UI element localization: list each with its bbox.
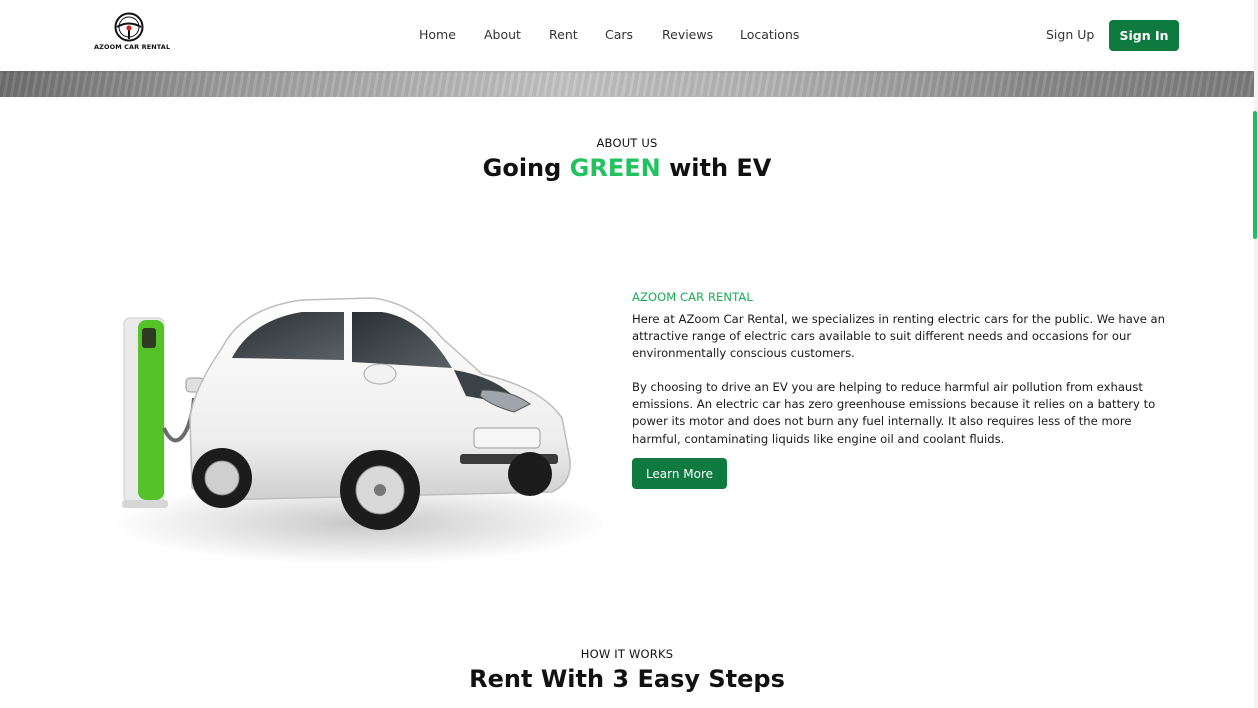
brand-label: AZOOM CAR RENTAL <box>632 290 753 304</box>
nav-rent[interactable]: Rent <box>549 27 578 42</box>
learn-more-button[interactable]: Learn More <box>632 458 727 489</box>
about-paragraph-2: By choosing to drive an EV you are helpi… <box>632 380 1156 446</box>
hero-image-strip <box>0 71 1254 97</box>
about-title: Going GREEN with EV <box>0 154 1254 182</box>
nav-locations[interactable]: Locations <box>740 27 799 42</box>
about-title-end: with EV <box>660 154 772 182</box>
scrollbar-track[interactable] <box>1254 0 1258 708</box>
about-eyebrow: ABOUT US <box>596 136 658 150</box>
how-it-works-eyebrow: HOW IT WORKS <box>580 647 674 661</box>
site-header: AZOOM CAR RENTAL Home About Rent Cars Re… <box>0 0 1254 71</box>
nav-about[interactable]: About <box>484 27 521 42</box>
nav-reviews[interactable]: Reviews <box>662 27 713 42</box>
sign-in-button[interactable]: Sign In <box>1109 20 1179 51</box>
nav-cars[interactable]: Cars <box>605 27 633 42</box>
electric-car-charging-image <box>112 297 602 565</box>
nav-home[interactable]: Home <box>419 27 456 42</box>
about-paragraph-1: Here at AZoom Car Rental, we specializes… <box>632 312 1165 361</box>
sign-up-link[interactable]: Sign Up <box>1046 27 1094 42</box>
how-it-works-title: Rent With 3 Easy Steps <box>469 665 785 693</box>
about-title-highlight: GREEN <box>569 154 661 182</box>
about-title-start: Going <box>482 154 570 182</box>
